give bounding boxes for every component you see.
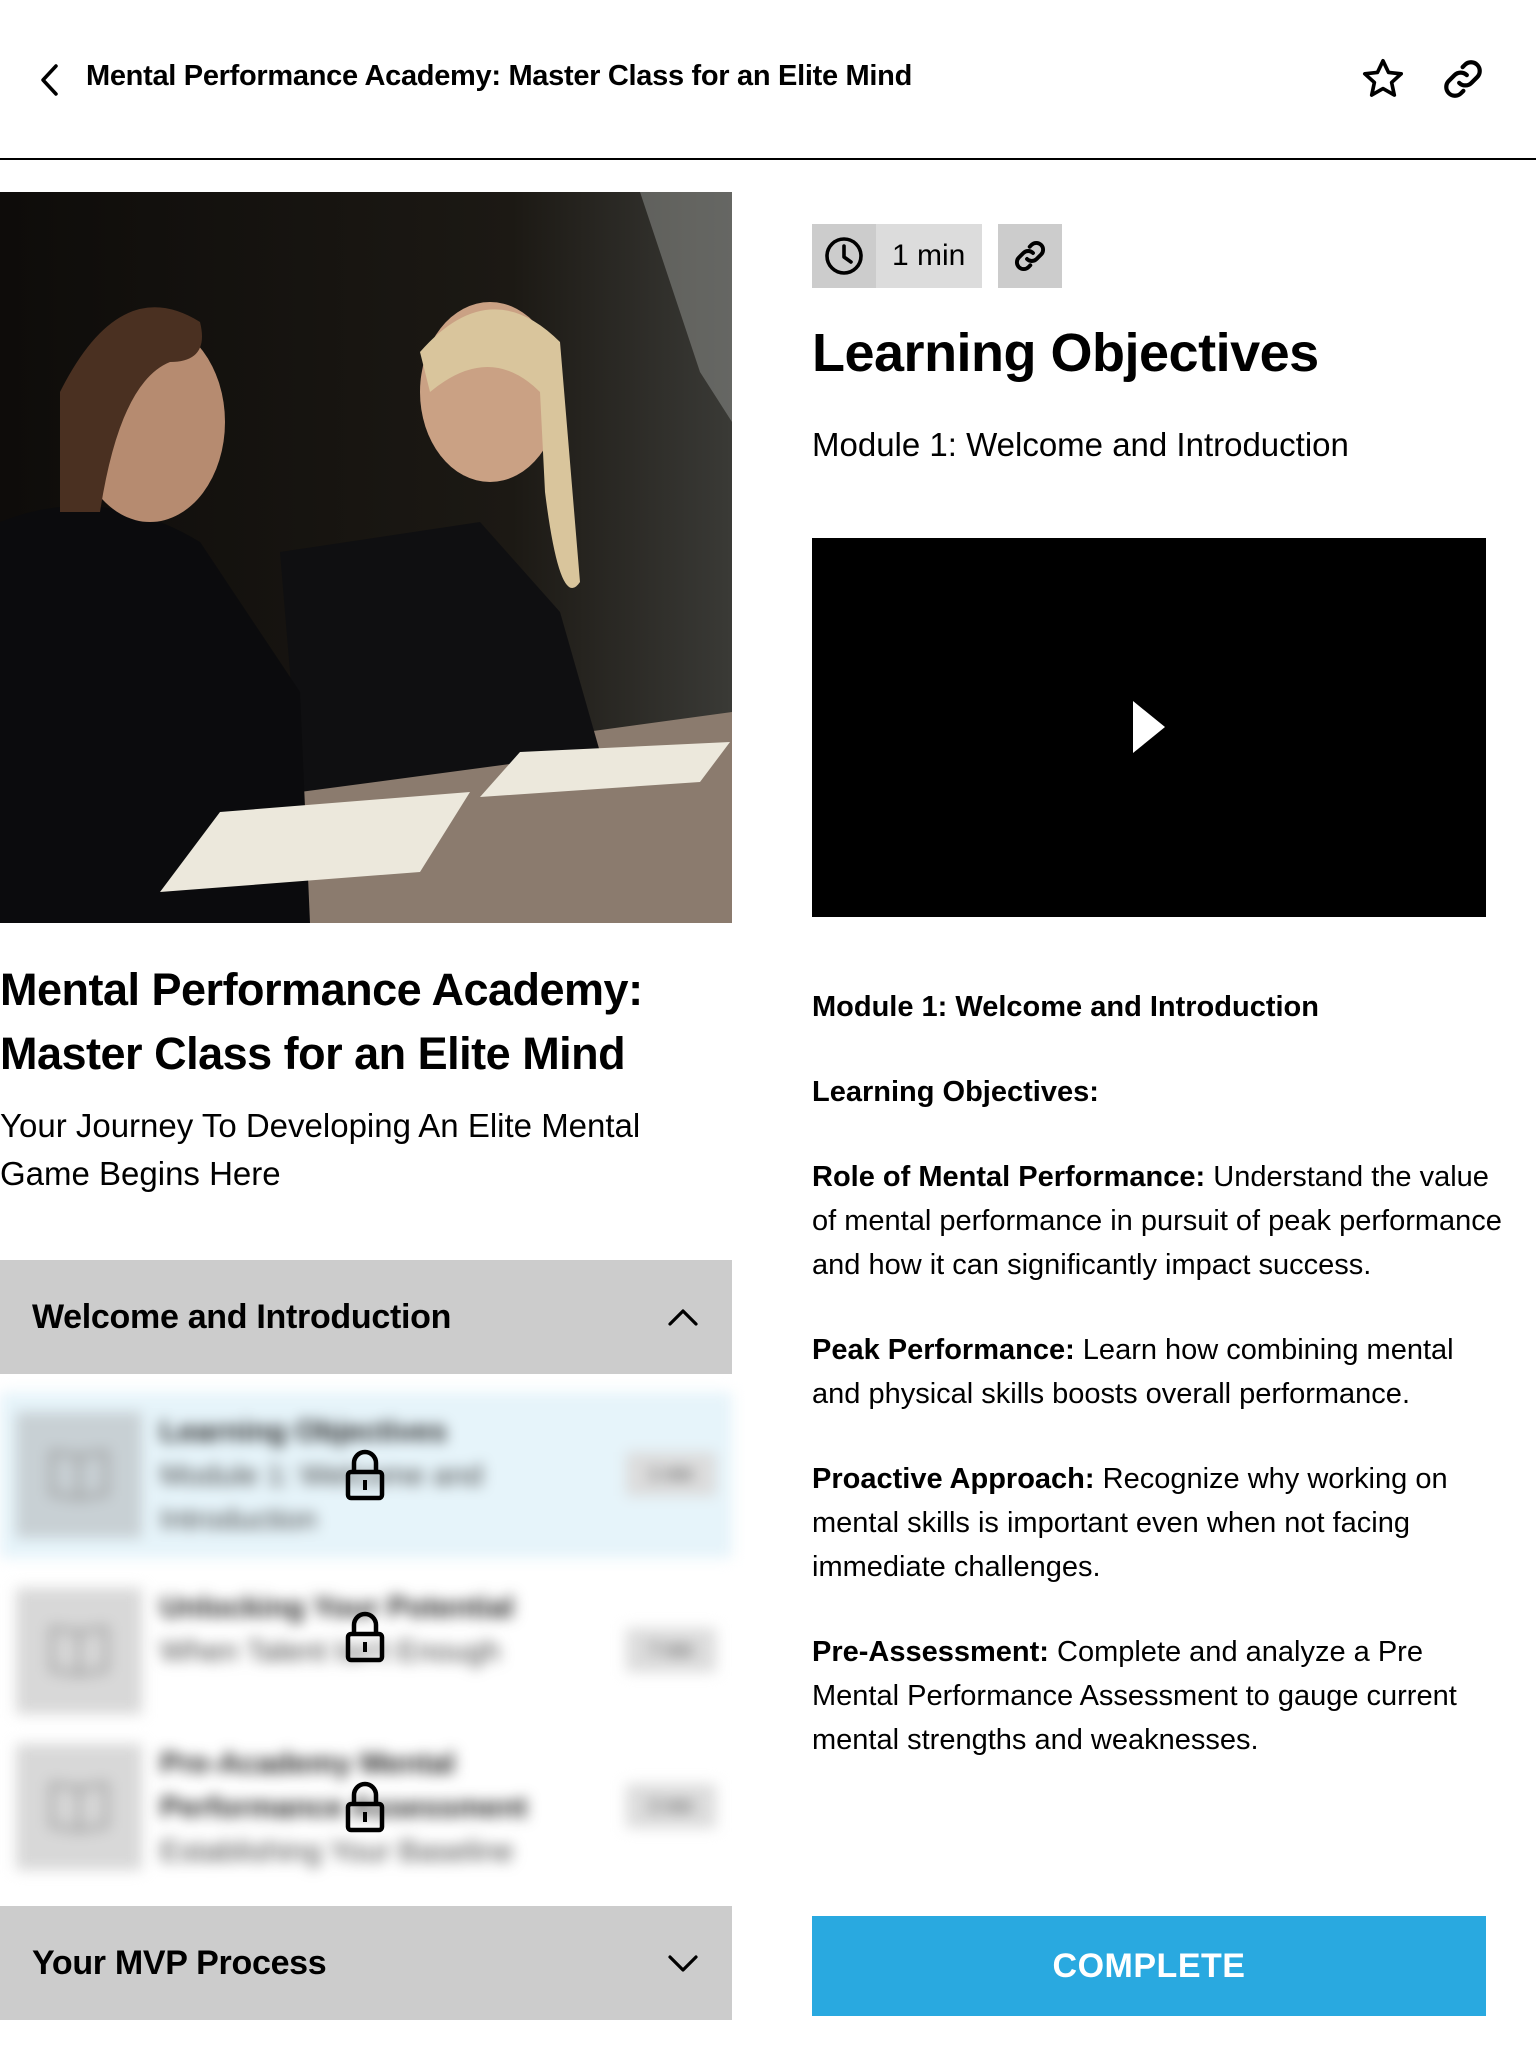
clock-icon — [825, 237, 863, 275]
copy-lesson-link-button[interactable] — [998, 224, 1062, 288]
star-icon — [1362, 58, 1404, 97]
lesson-thumbnail — [16, 1744, 142, 1870]
lesson-description: Module 1: Welcome and Introduction Learn… — [812, 985, 1502, 1803]
lesson-item[interactable]: Pre-Academy Mental Performance Assessmen… — [0, 1724, 732, 1890]
objective-item: Pre-Assessment: Complete and analyze a P… — [812, 1636, 1457, 1756]
book-icon — [50, 1449, 108, 1501]
book-icon — [50, 1781, 108, 1833]
lock-icon — [345, 1449, 385, 1501]
share-link-button[interactable] — [1440, 56, 1486, 102]
course-subtitle: Your Journey To Developing An Elite Ment… — [0, 1107, 641, 1192]
lesson-thumbnail — [16, 1588, 142, 1714]
lock-icon — [345, 1781, 385, 1833]
objective-item: Role of Mental Performance: Understand t… — [812, 1161, 1502, 1281]
course-hero-image — [0, 192, 732, 923]
course-title: Mental Performance Academy: Master Class… — [0, 964, 643, 1079]
link-icon — [1015, 241, 1045, 271]
video-player[interactable] — [812, 538, 1486, 917]
chevron-down-icon — [668, 1955, 698, 1972]
top-bar: Mental Performance Academy: Master Class… — [0, 0, 1536, 160]
clock-icon-box — [812, 224, 876, 288]
play-icon[interactable] — [1133, 701, 1165, 753]
section-title: Your MVP Process — [32, 1944, 327, 1982]
link-icon — [1444, 60, 1482, 98]
page-title: Mental Performance Academy: Master Class… — [86, 60, 912, 92]
section-title: Welcome and Introduction — [32, 1298, 452, 1336]
hero-photo — [0, 192, 732, 923]
chevron-up-icon — [668, 1309, 698, 1326]
lock-icon — [345, 1611, 385, 1663]
lesson-duration: 1 min — [626, 1452, 716, 1496]
duration-chip: 1 min — [812, 224, 982, 288]
lesson-item[interactable]: Unlocking Your Potential When Talent Isn'… — [0, 1568, 732, 1714]
objective-item: Peak Performance: Learn how combining me… — [812, 1334, 1454, 1410]
lesson-title-heading: Learning Objectives — [812, 323, 1319, 383]
lesson-duration: 2 min — [626, 1784, 716, 1828]
duration-text: 1 min — [892, 239, 966, 272]
objective-item: Proactive Approach: Recognize why workin… — [812, 1463, 1448, 1583]
book-icon — [50, 1625, 108, 1677]
lesson-subtitle: Module 1: Welcome and Introduction — [812, 426, 1349, 463]
lesson-thumbnail — [16, 1412, 142, 1538]
lesson-item[interactable]: Learning Objectives Module 1: Welcome and… — [0, 1392, 732, 1558]
favorite-button[interactable] — [1360, 56, 1406, 102]
lesson-duration: 7 min — [626, 1628, 716, 1672]
section-header-mvp-process[interactable]: Your MVP Process — [0, 1906, 732, 2020]
back-button[interactable] — [36, 62, 66, 98]
description-subheading: Learning Objectives: — [812, 1076, 1099, 1108]
complete-button[interactable]: COMPLETE — [812, 1916, 1486, 2016]
section-header-welcome[interactable]: Welcome and Introduction — [0, 1260, 732, 1374]
chevron-left-icon — [41, 64, 58, 96]
description-heading: Module 1: Welcome and Introduction — [812, 991, 1319, 1023]
